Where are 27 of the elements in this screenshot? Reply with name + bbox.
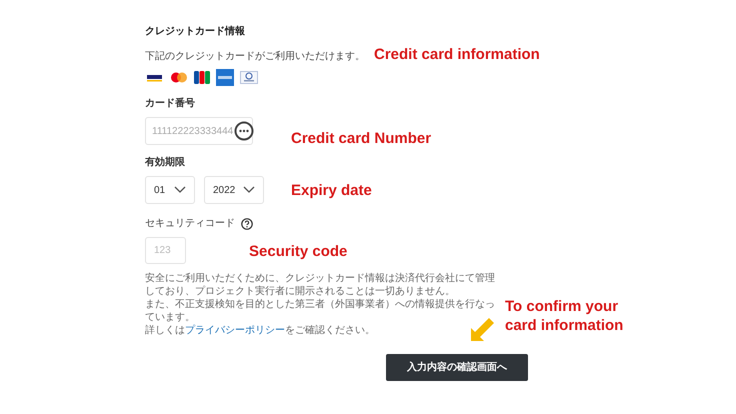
section-title: クレジットカード情報 bbox=[145, 24, 245, 39]
annotation-text: Credit card information bbox=[374, 46, 540, 65]
month-select[interactable]: 01 bbox=[145, 176, 195, 204]
card-number-placeholder: 111122223333444 bbox=[152, 124, 234, 138]
notice-text: また、不正支援検知を目的とした第三者（外国事業者）への情報提供を行なっています。 bbox=[145, 298, 496, 324]
notice-text: 詳しくはプライバシーポリシーをご確認ください。 bbox=[145, 324, 375, 337]
overlapping-circles-icon bbox=[170, 72, 188, 83]
card-logo-icon bbox=[194, 71, 210, 84]
confirm-button[interactable]: 入力内容の確認画面へ bbox=[386, 354, 528, 381]
field-label: 有効期限 bbox=[145, 156, 185, 170]
annotation-text: Security code bbox=[249, 243, 348, 262]
field-label: カード番号 bbox=[145, 96, 195, 111]
help-icon[interactable] bbox=[241, 218, 253, 230]
privacy-policy-link[interactable]: プライバシーポリシー bbox=[185, 325, 285, 336]
annotation-text: Expiry date bbox=[291, 182, 372, 201]
more-circle-icon[interactable] bbox=[234, 121, 254, 141]
card-logo-icon bbox=[216, 69, 234, 86]
annotation-text: Credit card Number bbox=[291, 130, 432, 149]
chevron-down-icon bbox=[174, 186, 186, 194]
card-logo-icon bbox=[240, 71, 258, 84]
annotation-text: To confirm your card information bbox=[505, 298, 624, 336]
accepted-cards-note: 下記のクレジットカードがご利用いただけます。 bbox=[145, 50, 365, 64]
card-logo-icon bbox=[145, 72, 164, 83]
chevron-down-icon bbox=[243, 186, 255, 194]
year-select[interactable]: 2022 bbox=[204, 176, 264, 204]
field-label: セキュリティコード bbox=[145, 217, 235, 231]
notice-text: 安全にご利用いただくために、クレジットカード情報は決済代行会社にて管理しており、プロジェクト実行者に開示されることは一切ありません。 bbox=[145, 272, 496, 298]
